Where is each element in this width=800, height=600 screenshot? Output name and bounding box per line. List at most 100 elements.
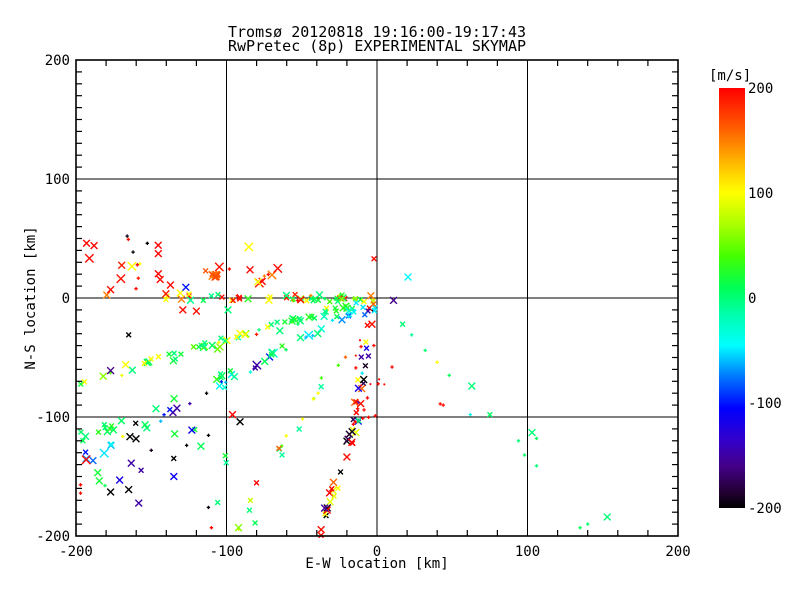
- data-point-marker: [138, 467, 145, 474]
- data-point-marker: [296, 333, 305, 342]
- data-point-marker: [246, 265, 254, 274]
- data-point-marker: [311, 334, 315, 338]
- data-point-marker: [145, 241, 150, 246]
- colorbar-tick-label: 200: [748, 81, 773, 97]
- data-point-marker: [154, 249, 163, 258]
- data-point-marker: [190, 343, 197, 350]
- data-point-marker: [121, 360, 130, 369]
- data-point-marker: [253, 479, 260, 486]
- data-point-marker: [409, 333, 414, 337]
- data-point-marker: [359, 344, 363, 349]
- data-point-marker: [152, 404, 160, 413]
- scatter-markers: [77, 234, 612, 539]
- data-point-marker: [192, 307, 201, 315]
- colorbar-tick-label: -100: [748, 396, 782, 412]
- data-point-marker: [354, 376, 361, 383]
- data-point-marker: [363, 345, 370, 352]
- data-point-marker: [355, 407, 360, 411]
- data-point-marker: [362, 408, 366, 412]
- data-point-marker: [149, 448, 153, 453]
- data-point-marker: [378, 378, 381, 381]
- data-point-marker: [215, 291, 221, 298]
- data-point-marker: [236, 417, 244, 426]
- data-point-marker: [366, 415, 371, 420]
- data-point-marker: [170, 455, 177, 462]
- data-point-marker: [159, 419, 163, 423]
- data-point-marker: [371, 255, 377, 262]
- data-point-marker: [343, 453, 351, 461]
- data-point-marker: [365, 353, 372, 359]
- data-point-marker: [84, 253, 95, 264]
- data-point-marker: [244, 242, 254, 252]
- data-point-marker: [354, 354, 357, 357]
- data-point-marker: [254, 332, 259, 337]
- data-point-marker: [252, 360, 262, 370]
- data-point-marker: [292, 291, 298, 298]
- data-point-marker: [534, 464, 539, 468]
- data-point-marker: [99, 372, 108, 381]
- data-point-marker: [343, 355, 348, 359]
- data-point-marker: [362, 339, 369, 345]
- data-point-marker: [206, 433, 211, 438]
- data-point-marker: [136, 276, 141, 280]
- data-point-marker: [284, 347, 288, 352]
- data-point-marker: [313, 329, 322, 338]
- data-point-marker: [120, 373, 124, 378]
- data-point-marker: [132, 434, 140, 443]
- data-point-marker: [115, 476, 124, 484]
- data-point-marker: [335, 485, 341, 492]
- data-point-marker: [93, 468, 102, 477]
- data-point-marker: [188, 401, 192, 406]
- data-point-marker: [134, 286, 138, 291]
- data-point-marker: [360, 371, 364, 375]
- data-point-marker: [166, 281, 175, 289]
- data-point-marker: [181, 283, 190, 292]
- data-point-marker: [178, 351, 184, 358]
- data-point-marker: [326, 298, 333, 305]
- data-point-marker: [522, 453, 527, 457]
- data-point-marker: [300, 417, 305, 421]
- colorbar-tick-label: -200: [748, 501, 782, 517]
- data-point-marker: [372, 343, 376, 348]
- data-point-marker: [102, 291, 111, 299]
- data-point-marker: [132, 420, 139, 427]
- data-point-marker: [354, 366, 358, 370]
- data-point-marker: [178, 306, 187, 314]
- data-point-marker: [128, 366, 137, 375]
- data-point-marker: [369, 383, 372, 386]
- data-point-marker: [534, 436, 539, 441]
- data-point-marker: [215, 382, 224, 390]
- y-tick-label: -200: [36, 529, 70, 545]
- data-point-marker: [330, 318, 335, 323]
- colorbar-tick-label: 100: [748, 186, 773, 202]
- data-point-marker: [125, 234, 129, 238]
- data-point-marker: [467, 382, 476, 390]
- y-tick-label: -100: [36, 410, 70, 426]
- y-axis-label: N-S location [km]: [23, 226, 39, 370]
- data-point-marker: [528, 428, 536, 437]
- data-point-marker: [217, 370, 224, 377]
- data-point-marker: [204, 391, 209, 395]
- data-point-marker: [126, 432, 134, 441]
- data-point-marker: [246, 507, 253, 514]
- data-point-marker: [106, 488, 115, 496]
- data-point-marker: [358, 354, 365, 360]
- data-point-marker: [209, 525, 214, 530]
- data-point-marker: [89, 456, 97, 465]
- y-tick-label: 0: [62, 291, 70, 307]
- data-point-marker: [262, 274, 267, 278]
- data-point-marker: [303, 297, 310, 304]
- colorbar: 200 100 0 -100 -200: [719, 81, 782, 517]
- data-point-marker: [435, 360, 439, 364]
- data-point-marker: [516, 439, 521, 443]
- data-point-marker: [586, 522, 590, 526]
- data-point-marker: [316, 391, 320, 395]
- data-point-marker: [336, 363, 341, 368]
- data-point-marker: [218, 294, 225, 300]
- data-point-marker: [329, 478, 338, 487]
- data-point-marker: [399, 321, 406, 328]
- data-point-marker: [95, 429, 102, 435]
- data-point-marker: [82, 239, 91, 248]
- data-point-marker: [447, 373, 451, 378]
- data-point-marker: [275, 326, 284, 335]
